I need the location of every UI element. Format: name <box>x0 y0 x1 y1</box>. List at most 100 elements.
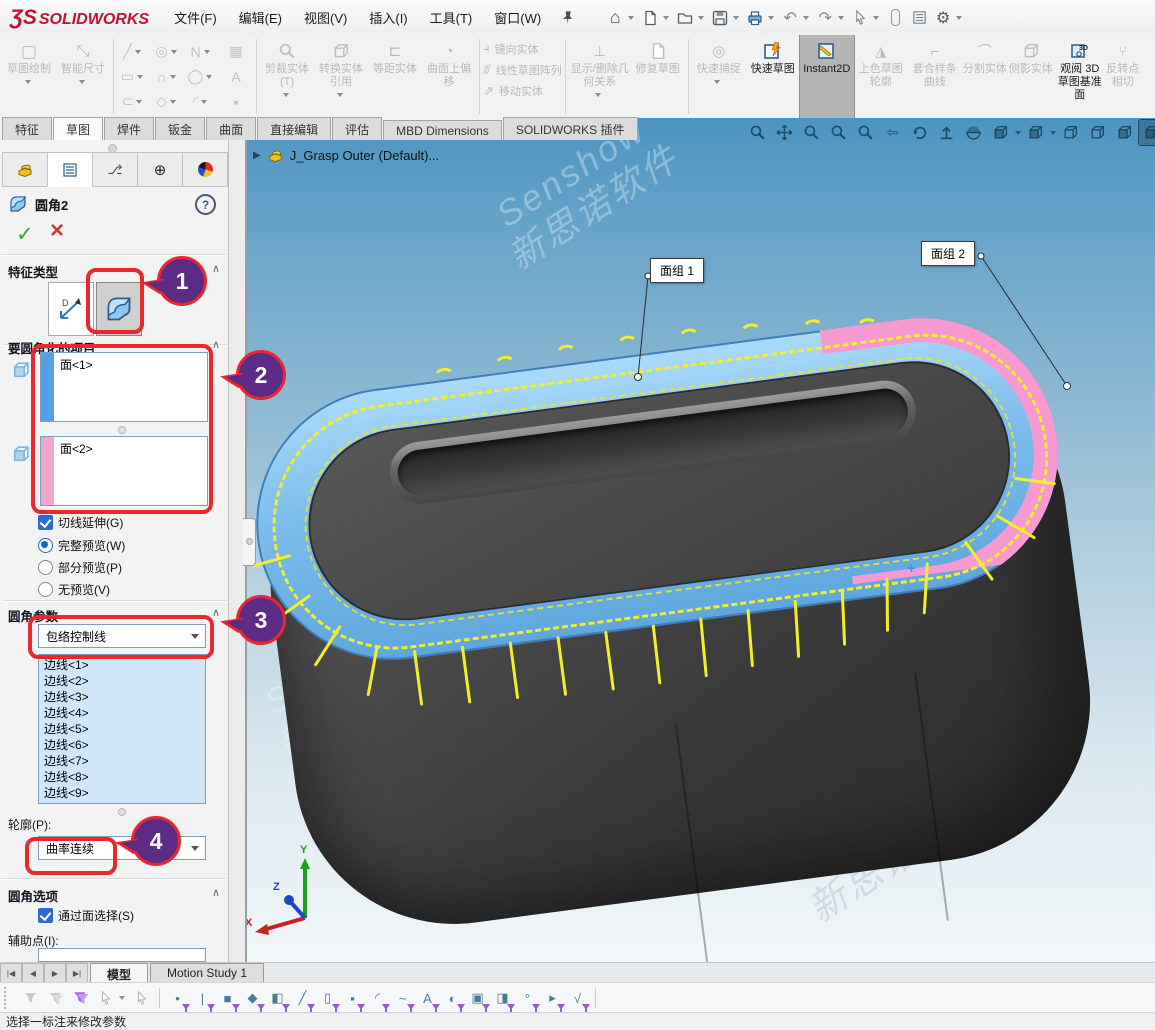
move-entities-button[interactable]: ⇗移动实体 <box>483 83 562 99</box>
filter-routing-points-icon[interactable]: ▸ <box>540 986 565 1011</box>
polygon-icon[interactable]: ◇ <box>151 89 185 114</box>
filter-sketch-points-icon[interactable]: ▪ <box>340 986 365 1011</box>
menu-tools[interactable]: 工具(T) <box>419 8 484 27</box>
face-group-2-label[interactable]: 面组 2 <box>921 241 975 266</box>
display-relations-button[interactable]: ⊥ 显示/删除几何关系 <box>569 35 631 100</box>
view-3d-sketch-planes-button[interactable]: 3D 观阅 3D 草图基准面 <box>1054 35 1106 102</box>
reverse-endpoint-button[interactable]: ⑂ 反转点相切 <box>1106 35 1140 89</box>
helper-point-input[interactable] <box>38 948 206 962</box>
circle-icon[interactable]: ◎ <box>151 39 185 64</box>
pattern-box-icon[interactable]: ▦ <box>219 39 253 64</box>
menu-view[interactable]: 视图(V) <box>293 8 358 27</box>
previous-view-icon[interactable]: ⇦ <box>880 120 905 145</box>
tab-sheet-metal[interactable]: 钣金 <box>155 117 205 140</box>
help-button[interactable]: ? <box>195 194 216 215</box>
tab-nav-last[interactable]: ▶| <box>66 963 88 983</box>
zoom-to-selection-icon[interactable] <box>853 120 878 145</box>
edge-list-item[interactable]: 边线<2> <box>39 673 205 689</box>
shaded-contours-button[interactable]: ◮ 上色草图轮廓 <box>854 35 908 89</box>
smart-dimension-button[interactable]: ⤡ 智能尺寸 <box>56 35 110 87</box>
filter-surface-finish-icon[interactable]: √ <box>565 986 590 1011</box>
quick-snaps-button[interactable]: ◎ 快速捕捉 <box>692 35 746 87</box>
selection-splitter-dot[interactable] <box>118 426 126 434</box>
tab-surfaces[interactable]: 曲面 <box>206 117 256 140</box>
property-manager-tab[interactable] <box>47 152 93 187</box>
undo-icon[interactable]: ↶ <box>778 6 802 30</box>
fixed-size-fillet-button[interactable]: D <box>48 282 94 336</box>
collapse-chevron-icon[interactable]: ∧ <box>212 886 220 905</box>
hidden-lines-removed-icon[interactable] <box>1085 120 1110 145</box>
save-icon[interactable] <box>708 6 732 30</box>
edge-list-item[interactable]: 边线<9> <box>39 785 205 801</box>
slot-icon[interactable]: ⊂ <box>117 89 151 114</box>
mirror-entities-button[interactable]: ⫞镜向实体 <box>483 41 562 57</box>
rapid-sketch-button[interactable]: 快速草图 <box>746 35 800 76</box>
sketch-button[interactable]: ▢ 草图绘制 <box>2 35 56 87</box>
linear-pattern-button[interactable]: ⫻线性草图阵列 <box>483 62 562 78</box>
panel-collapse-handle[interactable] <box>243 518 256 566</box>
fit-spline-button[interactable]: ⌐ 套合样条曲线 <box>908 35 962 89</box>
section-view-icon[interactable] <box>961 120 986 145</box>
filter-notes-icon[interactable]: ▣ <box>465 986 490 1011</box>
filter-vertices-icon[interactable]: • <box>165 986 190 1011</box>
shaded-with-edges-icon[interactable] <box>1139 120 1155 145</box>
sketch-fillet-icon[interactable]: ◜ <box>185 89 219 114</box>
filter-axes-icon[interactable]: ╱ <box>290 986 315 1011</box>
filter-toggle-icon[interactable] <box>18 986 43 1011</box>
arc-icon[interactable]: ∩ <box>151 64 185 89</box>
tab-sketch[interactable]: 草图 <box>53 117 103 140</box>
select-cursor-icon[interactable] <box>93 986 118 1011</box>
silhouette-entities-button[interactable]: 侧影实体 <box>1008 35 1054 76</box>
filter-weld-beads-icon[interactable]: ◨ <box>490 986 515 1011</box>
configuration-manager-tab[interactable]: ⎇ <box>92 152 138 187</box>
view-orientation-icon[interactable] <box>988 120 1013 145</box>
tab-nav-next[interactable]: ▶ <box>44 963 66 983</box>
display-manager-tab[interactable] <box>182 152 228 187</box>
pin-menu-icon[interactable] <box>560 10 575 25</box>
tab-model[interactable]: 模型 <box>90 963 148 983</box>
shaded-icon[interactable] <box>1112 120 1137 145</box>
collapse-chevron-icon[interactable]: ∧ <box>212 338 220 357</box>
no-preview-radio[interactable] <box>38 582 53 597</box>
text-icon[interactable]: A <box>219 64 253 89</box>
ok-button[interactable]: ✓ <box>16 224 34 246</box>
filter-solid-bodies-icon[interactable]: ◧ <box>265 986 290 1011</box>
filter-stack-icon[interactable] <box>68 986 93 1011</box>
full-preview-radio[interactable] <box>38 538 53 553</box>
display-style-icon[interactable] <box>1023 120 1048 145</box>
filter-planes-icon[interactable]: ▯ <box>315 986 340 1011</box>
tab-direct-editing[interactable]: 直接编辑 <box>257 117 331 140</box>
toolbar-grip[interactable] <box>4 987 12 1009</box>
line-icon[interactable]: ╱ <box>117 39 151 64</box>
filter-midpoints-icon[interactable]: ~ <box>390 986 415 1011</box>
model-3d[interactable] <box>245 272 1128 962</box>
face-2-item[interactable]: 面<2> <box>60 440 93 457</box>
edge-list-item[interactable]: 边线<3> <box>39 689 205 705</box>
filter-sketch-segments-icon[interactable]: ◜ <box>365 986 390 1011</box>
task-list-icon[interactable] <box>907 6 931 30</box>
open-document-icon[interactable] <box>673 6 697 30</box>
split-entities-button[interactable]: ⌒ 分割实体 <box>962 35 1008 76</box>
expand-arrow-icon[interactable]: ▶ <box>253 150 261 161</box>
collapse-chevron-icon[interactable]: ∧ <box>212 262 220 281</box>
tangent-propagation-checkbox[interactable] <box>38 515 53 530</box>
feature-tree-flyout[interactable]: ▶ J_Grasp Outer (Default)... <box>253 148 439 163</box>
face-selection-box-1[interactable]: 面<1> <box>40 352 208 422</box>
tab-evaluate[interactable]: 评估 <box>332 117 382 140</box>
tab-mbd-dimensions[interactable]: MBD Dimensions <box>383 120 502 140</box>
selection-splitter-dot[interactable] <box>118 808 126 816</box>
surface-offset-button[interactable]: ◔ 曲面上偏移 <box>422 35 476 89</box>
partial-preview-radio[interactable] <box>38 560 53 575</box>
tab-nav-first[interactable]: |◀ <box>0 963 22 983</box>
select-through-faces-checkbox[interactable] <box>38 908 53 923</box>
trim-entities-button[interactable]: 剪裁实体(T) <box>260 35 314 100</box>
instant2d-button[interactable]: Instant2D <box>800 35 854 118</box>
hold-line-dropdown[interactable]: 包络控制线 <box>38 624 206 648</box>
edge-list-item[interactable]: 边线<1> <box>39 657 205 673</box>
edge-list-box[interactable]: 边线<1> 边线<2> 边线<3> 边线<4> 边线<5> 边线<6> 边线<7… <box>38 654 206 804</box>
face-selection-box-2[interactable]: 面<2> <box>40 436 208 506</box>
face-fillet-button[interactable] <box>96 282 142 336</box>
ellipse-icon[interactable]: ◯ <box>185 64 219 89</box>
face-group-1-label[interactable]: 面组 1 <box>650 258 704 283</box>
filter-edges-icon[interactable]: | <box>190 986 215 1011</box>
